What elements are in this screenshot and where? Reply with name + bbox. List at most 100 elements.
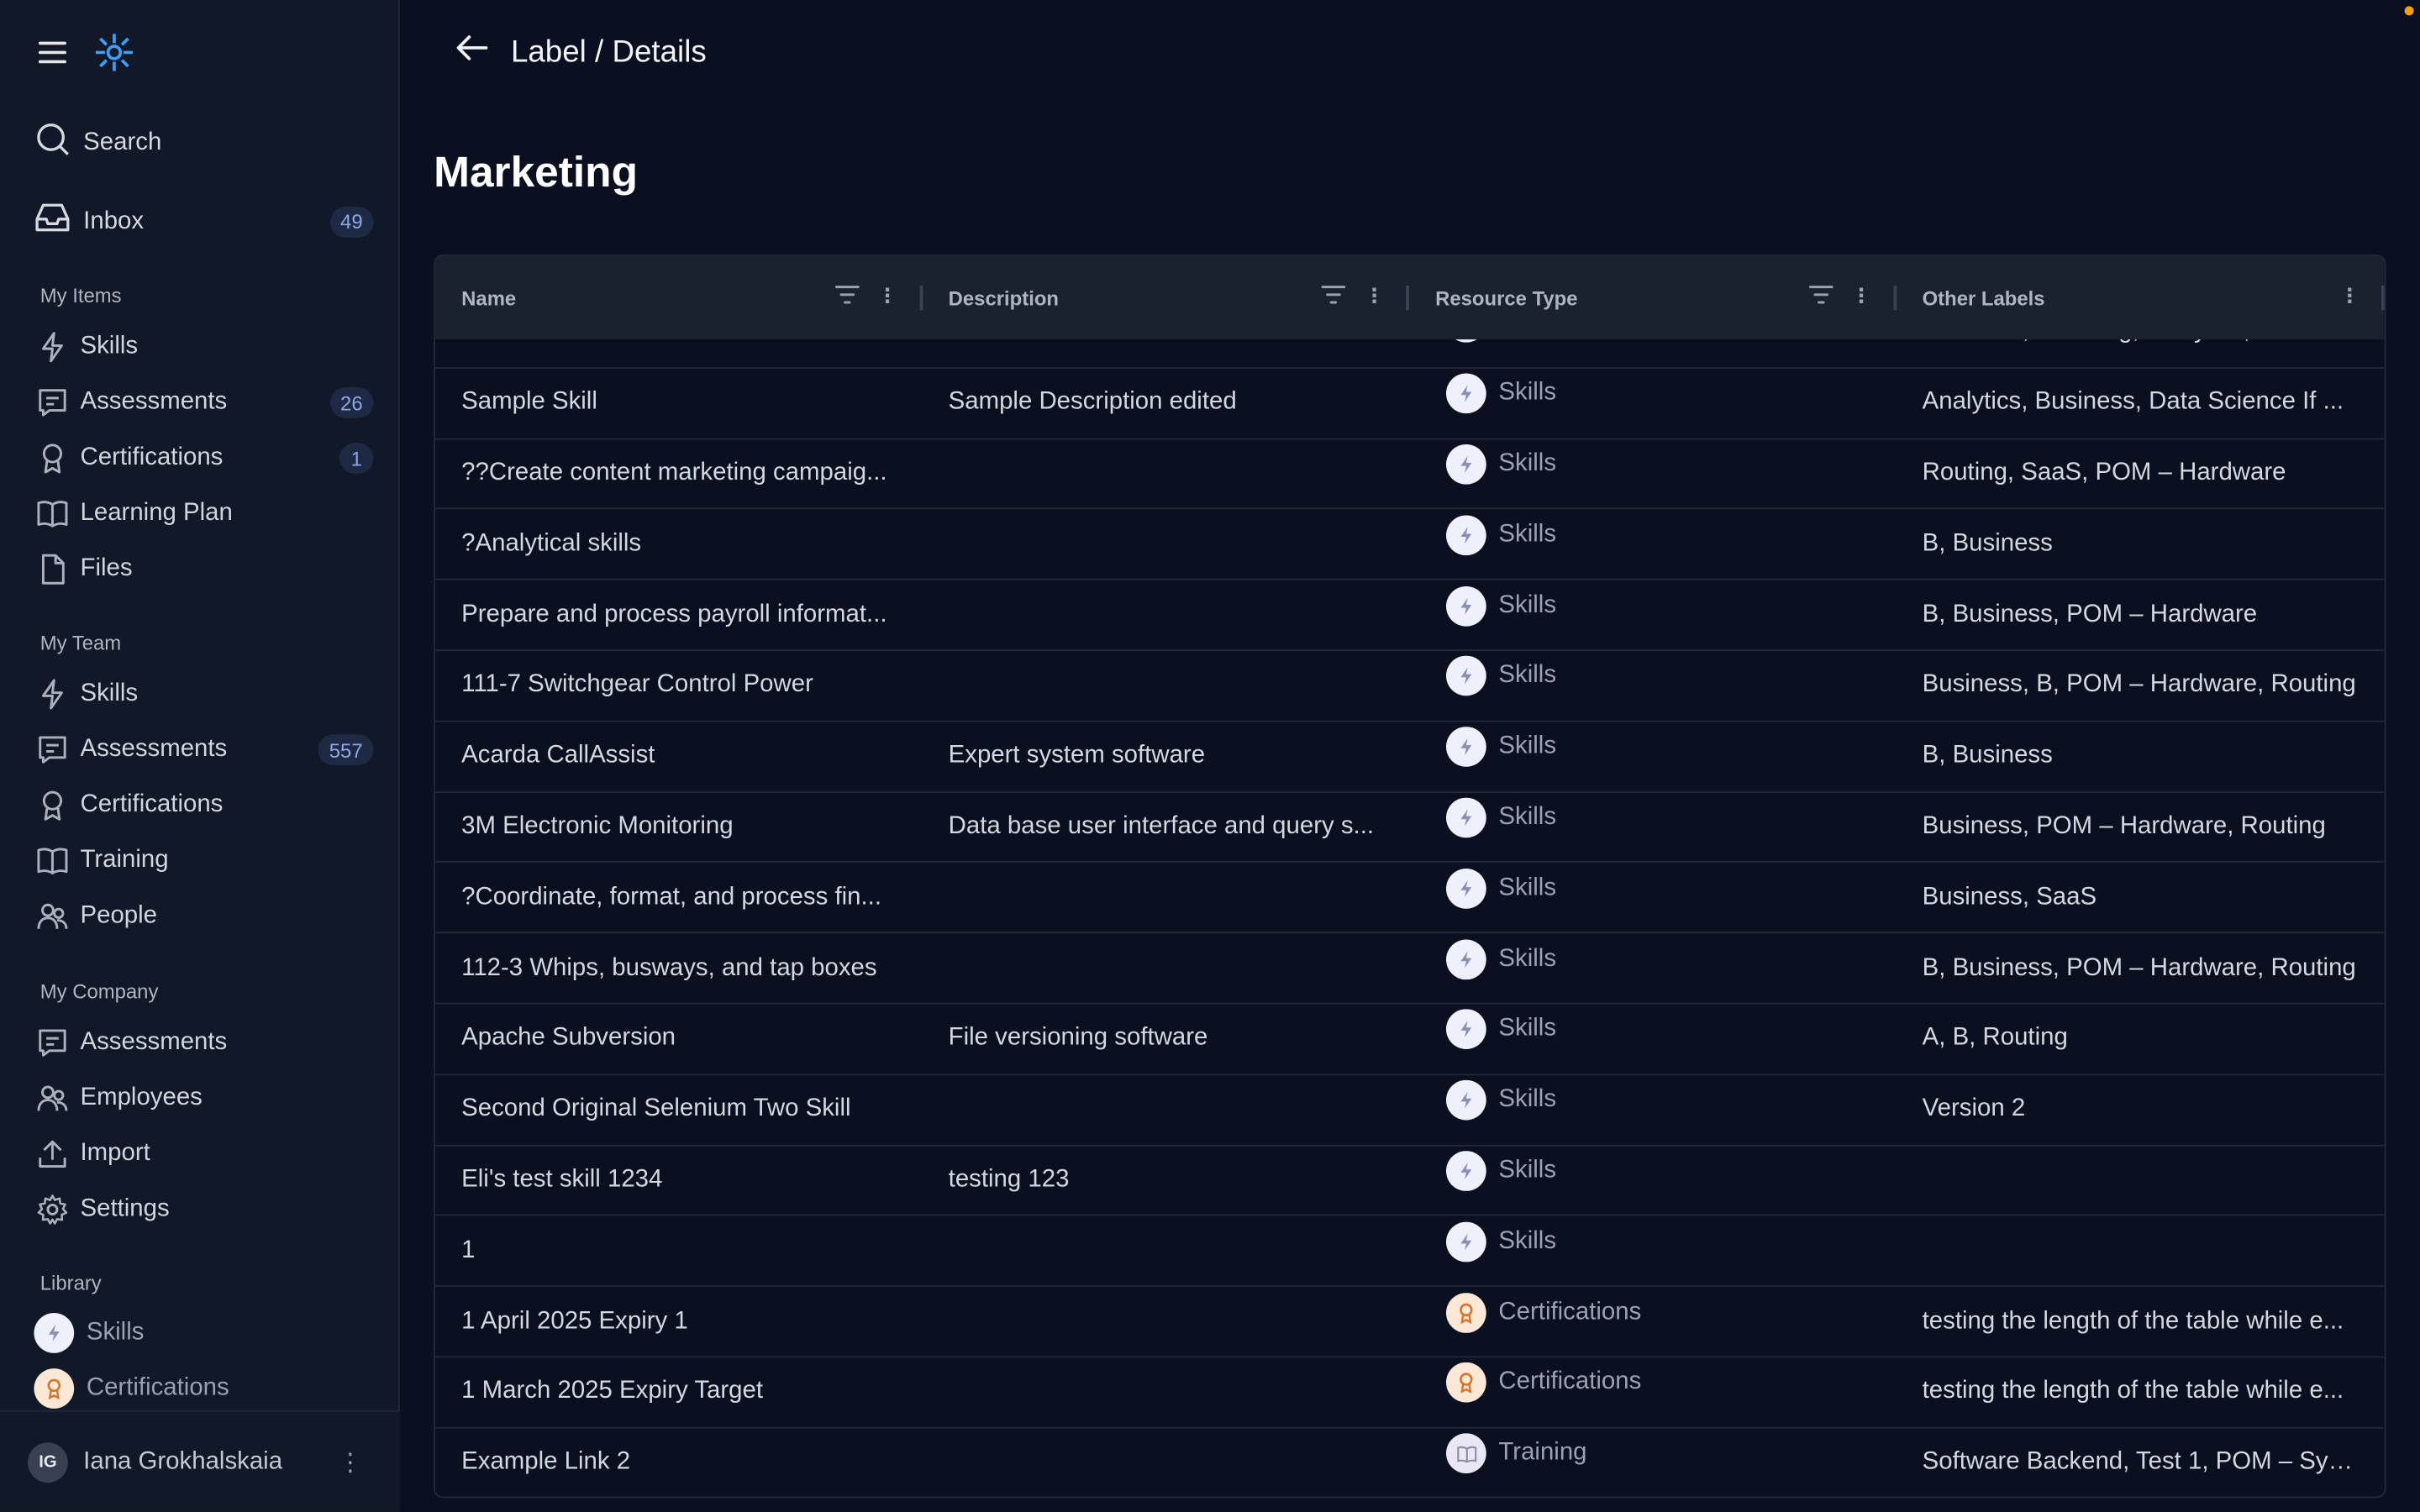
cell-resource-type: Certifications (1409, 1292, 1897, 1333)
cell-name: 1 March 2025 Expiry Target (461, 1378, 763, 1405)
sidebar-item-skills[interactable]: Skills (34, 1311, 370, 1354)
labels-table: Name ⋮ Description ⋮ Resource Type ⋮ Oth… (434, 255, 2386, 1499)
table-row[interactable]: Sample Skill Sample Description edited Ski… (434, 369, 2385, 439)
sidebar-item-learning-plan[interactable]: Learning Plan (37, 492, 373, 535)
sidebar-item-certifications[interactable]: Certifications (34, 1367, 370, 1410)
cell-other-labels: Business, B, POM – Hardware, Routing (1922, 671, 2356, 698)
sidebar-item-skills[interactable]: Skills (37, 673, 373, 716)
cell-resource-type: Skills (1409, 1221, 1897, 1262)
cell-name: ?Coordinate, format, and process fin... (461, 883, 882, 911)
assessment-icon (37, 387, 68, 418)
avatar: IG (28, 1441, 68, 1483)
sidebar-item-label: Learning Plan (80, 500, 233, 527)
resource-type-label: Certifications (1498, 1298, 1642, 1325)
sidebar-item-label: Assessments (80, 388, 228, 416)
cell-other-labels: testing the length of the table while e.… (1922, 1307, 2344, 1334)
back-arrow-icon[interactable] (455, 34, 489, 71)
table-row[interactable]: 1 April 2025 Expiry 1 Certifications testi… (434, 1287, 2385, 1358)
bolt-icon (1445, 515, 1486, 555)
table-row[interactable]: Second Original Selenium Two Skill Skills… (434, 1075, 2385, 1146)
page-title: Marketing (434, 148, 639, 197)
column-menu-icon[interactable]: ⋮ (2339, 284, 2360, 308)
cell-description: Expert system software (948, 742, 1206, 769)
logo-icon[interactable] (92, 31, 135, 82)
sidebar-item-inbox[interactable]: Inbox 49 (34, 201, 374, 243)
filter-icon[interactable] (1808, 285, 1833, 308)
sidebar-item-label: Certifications (86, 1374, 229, 1401)
table-row[interactable]: Apache Subversion File versioning softwar… (434, 1005, 2385, 1075)
table-row[interactable]: Prepare and process payroll informat... S… (434, 580, 2385, 652)
table-row[interactable]: ?Coordinate, format, and process fin... S… (434, 863, 2385, 934)
column-header-resource-type[interactable]: Resource Type ⋮ (1409, 256, 1897, 339)
bolt-icon (1445, 373, 1486, 414)
column-title: Description (948, 286, 1060, 310)
bolt-icon (1445, 938, 1486, 979)
sidebar-item-people[interactable]: People (37, 895, 373, 937)
sidebar-item-employees[interactable]: Employees (37, 1077, 373, 1120)
table-row[interactable]: ??Create content marketing campaig... Ski… (434, 439, 2385, 510)
sidebar-item-label: Skills (80, 333, 139, 360)
cell-other-labels: Routing, SaaS, POM – Hardware (1922, 459, 2286, 486)
column-resize-handle[interactable] (2381, 285, 2385, 311)
column-menu-icon[interactable]: ⋮ (1365, 284, 1385, 308)
cell-resource-type: Skills (1409, 515, 1897, 555)
table-row[interactable]: Acarda CallAssist Expert system software S… (434, 722, 2385, 793)
table-row[interactable]: 112-3 Whips, busways, and tap boxes Skill… (434, 934, 2385, 1005)
more-options-icon[interactable]: ⋮ (338, 1446, 362, 1478)
table-row[interactable]: 1 Skills (434, 1216, 2385, 1288)
hamburger-menu-icon[interactable] (37, 40, 68, 73)
sidebar-item-label: Skills (80, 680, 139, 707)
count-badge: 557 (318, 734, 374, 766)
filter-icon[interactable] (834, 285, 859, 308)
column-header-name[interactable]: Name ⋮ (435, 256, 923, 339)
sidebar-item-skills[interactable]: Skills (37, 326, 373, 369)
column-header-other-labels[interactable]: Other Labels ⋮ (1896, 256, 2385, 339)
cell-description: Data base user interface and query s... (948, 812, 1375, 840)
cell-other-labels: B, Business (1922, 742, 2053, 769)
column-header-description[interactable]: Description ⋮ (922, 256, 1409, 339)
sidebar-item-import[interactable]: Import (37, 1132, 373, 1175)
sidebar-item-settings[interactable]: Settings (37, 1188, 373, 1231)
cell-name: Prepare and process payroll informat... (461, 601, 887, 627)
count-badge: 26 (329, 387, 374, 418)
file-icon (37, 554, 68, 585)
search-label: Search (83, 129, 162, 155)
sidebar-item-certifications[interactable]: Certifications (37, 784, 373, 827)
book-icon (1445, 1433, 1486, 1474)
cell-description: File versioning software (948, 1025, 1208, 1052)
table-row[interactable]: 1 March 2025 Expiry Target Certifications… (434, 1357, 2385, 1429)
cell-other-labels: B, Business, POM – Hardware (1922, 601, 2258, 627)
table-row[interactable]: ?Analytical skills Skills B, Business (434, 510, 2385, 580)
cell-other-labels: Business, POM – Hardware, Routing (1922, 812, 2326, 840)
table-row[interactable]: 3M Electronic Monitoring Data base user i… (434, 792, 2385, 864)
resource-type-label: Skills (1498, 1086, 1557, 1113)
table-row[interactable]: Eli's test skill 1234 testing 123 Skills (434, 1146, 2385, 1216)
sidebar-header (37, 31, 136, 82)
table-row[interactable]: 111-7 Switchgear Control Power Skills Busi… (434, 651, 2385, 722)
breadcrumb: Label / Details (455, 34, 707, 71)
inbox-icon (34, 201, 71, 243)
sidebar-item-assessments[interactable]: Assessments (37, 1021, 373, 1064)
section-my-team: My Team (39, 631, 122, 654)
bolt-icon (1445, 727, 1486, 768)
ribbon-icon (1445, 1292, 1486, 1333)
cell-description: Sample Description edited (948, 389, 1237, 416)
column-menu-icon[interactable]: ⋮ (1851, 284, 1871, 308)
sidebar-item-assessments[interactable]: Assessments 557 (37, 728, 374, 771)
sidebar-item-training[interactable]: Training (37, 839, 373, 882)
filter-icon[interactable] (1321, 285, 1346, 308)
sidebar-item-files[interactable]: Files (37, 548, 373, 591)
cell-resource-type: Skills (1409, 1079, 1897, 1121)
column-menu-icon[interactable]: ⋮ (877, 284, 897, 308)
sidebar-item-assessments[interactable]: Assessments 26 (37, 381, 374, 424)
sidebar-search[interactable]: Search (34, 120, 161, 165)
resource-type-label: Skills (1498, 945, 1557, 972)
gear-icon (37, 1194, 68, 1226)
ribbon-icon (34, 1368, 75, 1409)
table-row[interactable]: Example Link 2 Training Software Backend, … (435, 1428, 2385, 1496)
cell-name: Eli's test skill 1234 (461, 1166, 663, 1193)
cell-name: Acarda CallAssist (461, 742, 655, 769)
user-profile[interactable]: IG Iana Grokhalskaia ⋮ (0, 1410, 400, 1512)
sidebar-item-certifications[interactable]: Certifications 1 (37, 437, 374, 480)
sidebar-item-label: Settings (80, 1195, 170, 1222)
